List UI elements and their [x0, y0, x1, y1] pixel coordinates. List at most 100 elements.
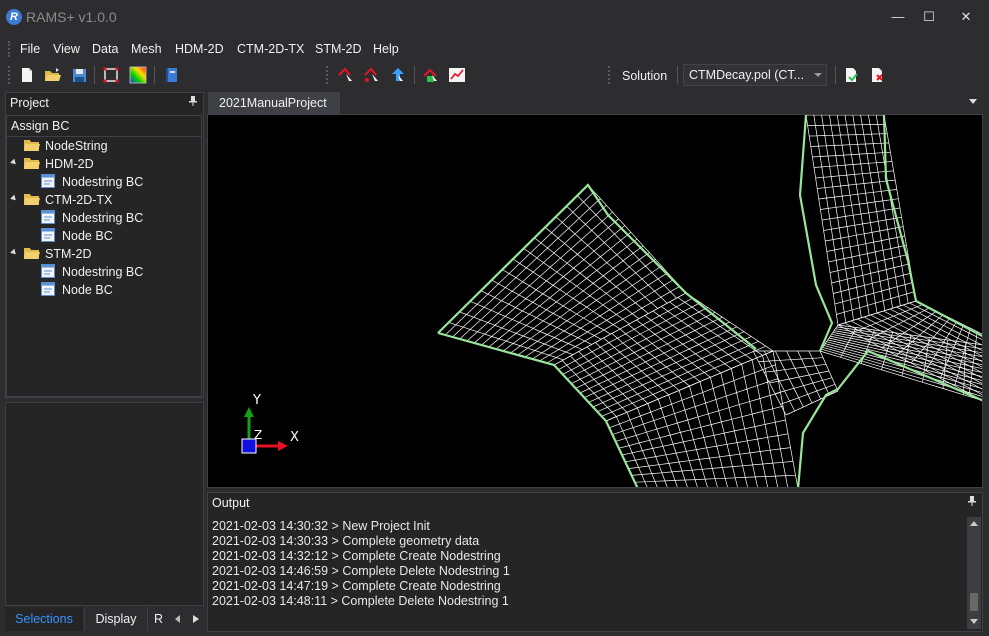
- toolbar-grip-icon[interactable]: [8, 66, 11, 84]
- node-add-icon[interactable]: [361, 64, 383, 86]
- menu-hdm-2d[interactable]: HDM-2D: [175, 42, 224, 56]
- mesh-run-icon[interactable]: [420, 64, 442, 86]
- solution-dropdown[interactable]: CTMDecay.pol (CT...: [683, 64, 827, 86]
- mesh-grid: [437, 115, 982, 487]
- bc-table-icon: [41, 210, 55, 224]
- maximize-button[interactable]: ☐: [911, 6, 947, 28]
- tree-item-hdm-2d[interactable]: HDM-2D: [10, 155, 191, 173]
- close-button[interactable]: ✕: [948, 6, 984, 28]
- menu-stm-2d[interactable]: STM-2D: [315, 42, 362, 56]
- menu-grip-icon[interactable]: [8, 41, 11, 57]
- app-logo-icon: R: [6, 9, 22, 25]
- project-panel-title: Project: [10, 96, 49, 110]
- tree-item-ctm-2d-tx[interactable]: CTM-2D-TX: [10, 191, 191, 209]
- expand-arrow-icon[interactable]: [10, 194, 18, 203]
- node-pick-icon[interactable]: [335, 64, 357, 86]
- output-panel: Output 2021-02-03 14:30:32 > New Project…: [207, 492, 983, 632]
- toolbar-grip-3-icon[interactable]: [608, 66, 611, 84]
- color-map-icon[interactable]: [127, 64, 149, 86]
- mesh-boundary: [437, 331, 639, 487]
- expand-arrow-icon[interactable]: [10, 158, 18, 167]
- tab-display[interactable]: Display: [84, 607, 147, 631]
- tree-item-label: CTM-2D-TX: [45, 193, 113, 207]
- tree-item-label: Nodestring BC: [62, 175, 144, 189]
- tree-item-label: STM-2D: [45, 247, 92, 261]
- tree-item-label: Nodestring BC: [62, 211, 144, 225]
- tab-scroll-right-icon[interactable]: [193, 615, 199, 623]
- menu-mesh[interactable]: Mesh: [131, 42, 162, 56]
- tree-item-stm-nodestring-bc[interactable]: Nodestring BC: [41, 263, 191, 281]
- properties-panel: [5, 402, 204, 606]
- menu-view[interactable]: View: [53, 42, 80, 56]
- folder-open-icon: [24, 248, 40, 259]
- tab-scroll-left-icon[interactable]: [175, 615, 181, 623]
- chart-icon[interactable]: [446, 64, 468, 86]
- chevron-down-icon: [814, 73, 822, 77]
- bc-table-icon: [41, 228, 55, 242]
- toolbar: Solution: [0, 62, 989, 88]
- bc-table-icon: [41, 174, 55, 188]
- solution-value: CTMDecay.pol (CT...: [689, 68, 805, 82]
- menu-ctm-2d-tx[interactable]: CTM-2D-TX: [237, 42, 304, 56]
- mesh-canvas[interactable]: Y X Z: [208, 115, 983, 488]
- open-folder-icon[interactable]: [42, 64, 64, 86]
- tree-item-label: NodeString: [45, 139, 108, 153]
- tab-selections[interactable]: Selections: [5, 607, 83, 631]
- mesh-boundary: [882, 115, 982, 338]
- expand-arrow-icon[interactable]: [10, 248, 18, 257]
- tree-item-stm-node-bc[interactable]: Node BC: [41, 281, 191, 299]
- tree-root-assign-bc[interactable]: Assign BC: [6, 115, 202, 137]
- tree-item-ctm-node-bc[interactable]: Node BC: [41, 227, 191, 245]
- folder-open-icon: [24, 158, 40, 169]
- delete-icon[interactable]: [866, 64, 888, 86]
- scroll-down-icon[interactable]: [970, 619, 978, 624]
- x-axis-label: X: [290, 430, 299, 445]
- new-file-icon[interactable]: [16, 64, 38, 86]
- tab-r[interactable]: R: [147, 607, 169, 631]
- bc-table-icon: [41, 282, 55, 296]
- title-bar: R RAMS+ v1.0.0 — ☐ ✕: [0, 0, 989, 34]
- tree-item-label: Node BC: [62, 283, 113, 297]
- tree-item-label: Node BC: [62, 229, 113, 243]
- menu-file[interactable]: File: [20, 42, 40, 56]
- pin-icon[interactable]: [189, 96, 197, 109]
- book-icon[interactable]: [160, 64, 182, 86]
- mesh-viewport[interactable]: Y X Z: [207, 114, 983, 488]
- axis-triad: Y X Z: [241, 393, 299, 454]
- tab-2021manualproject[interactable]: 2021ManualProject: [208, 92, 340, 114]
- scroll-thumb[interactable]: [970, 593, 978, 611]
- node-move-icon[interactable]: [387, 64, 409, 86]
- pin-icon[interactable]: [968, 496, 976, 509]
- menu-bar: File View Data Mesh HDM-2D CTM-2D-TX STM…: [0, 38, 989, 60]
- save-icon[interactable]: [68, 64, 90, 86]
- document-list-chevron-icon[interactable]: [969, 99, 977, 104]
- y-axis-label: Y: [252, 393, 261, 408]
- log-line: 2021-02-03 14:30:33 > Complete geometry …: [212, 534, 480, 548]
- tree-item-label: Nodestring BC: [62, 265, 144, 279]
- bc-table-icon: [41, 264, 55, 278]
- menu-data[interactable]: Data: [92, 42, 118, 56]
- log-line: 2021-02-03 14:47:19 > Complete Create No…: [212, 579, 501, 593]
- output-scrollbar[interactable]: [967, 517, 981, 629]
- folder-icon: [24, 140, 40, 151]
- mesh-patch: [805, 115, 917, 326]
- tree-item-ctm-nodestring-bc[interactable]: Nodestring BC: [41, 209, 191, 227]
- y-axis-arrow-icon: [244, 407, 254, 417]
- tree-item-hdm-nodestring-bc[interactable]: Nodestring BC: [41, 173, 191, 191]
- project-tree: NodeString HDM-2D Nodestring BC CTM-2D-T…: [6, 137, 202, 397]
- menu-help[interactable]: Help: [373, 42, 399, 56]
- export-icon[interactable]: [840, 64, 862, 86]
- x-axis-arrow-icon: [278, 441, 288, 451]
- frame-icon[interactable]: [100, 64, 122, 86]
- tree-item-stm-2d[interactable]: STM-2D: [10, 245, 191, 263]
- scroll-up-icon[interactable]: [970, 521, 978, 526]
- solution-label: Solution: [622, 69, 668, 83]
- tree-item-nodestring[interactable]: NodeString: [24, 137, 194, 155]
- folder-open-icon: [24, 194, 40, 205]
- mesh-patch: [837, 300, 982, 401]
- toolbar-grip-2-icon[interactable]: [326, 66, 329, 84]
- tree-item-label: HDM-2D: [45, 157, 94, 171]
- output-panel-title: Output: [212, 496, 250, 510]
- log-line: 2021-02-03 14:32:12 > Complete Create No…: [212, 549, 501, 563]
- log-line: 2021-02-03 14:46:59 > Complete Delete No…: [212, 564, 510, 578]
